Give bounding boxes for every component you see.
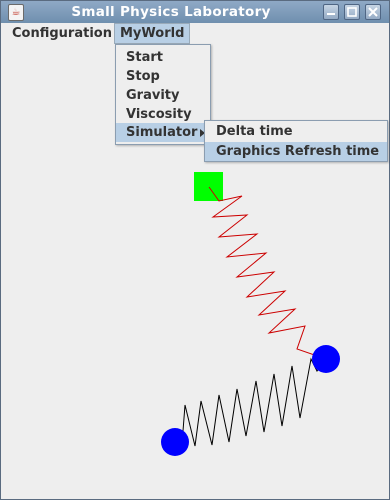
- fixed-block: [194, 172, 223, 201]
- app-window: ☕ Small Physics Laboratory Configuration…: [0, 0, 390, 500]
- spring-red: [208, 186, 327, 360]
- menu-item-start[interactable]: Start: [116, 48, 210, 67]
- simulator-submenu: Delta time Graphics Refresh time: [204, 120, 388, 162]
- menu-item-gravity[interactable]: Gravity: [116, 86, 210, 105]
- menu-item-delta-time[interactable]: Delta time: [205, 122, 387, 141]
- ball: [312, 345, 340, 373]
- menu-item-graphics-refresh-time[interactable]: Graphics Refresh time: [205, 142, 387, 161]
- myworld-dropdown: Start Stop Gravity Viscosity Simulator: [115, 44, 211, 145]
- menu-item-stop[interactable]: Stop: [116, 67, 210, 86]
- spring-black: [174, 357, 327, 447]
- menu-item-simulator[interactable]: Simulator: [116, 123, 210, 142]
- ball: [161, 428, 189, 456]
- menu-item-simulator-label: Simulator: [126, 125, 198, 140]
- menu-item-viscosity[interactable]: Viscosity: [116, 105, 210, 124]
